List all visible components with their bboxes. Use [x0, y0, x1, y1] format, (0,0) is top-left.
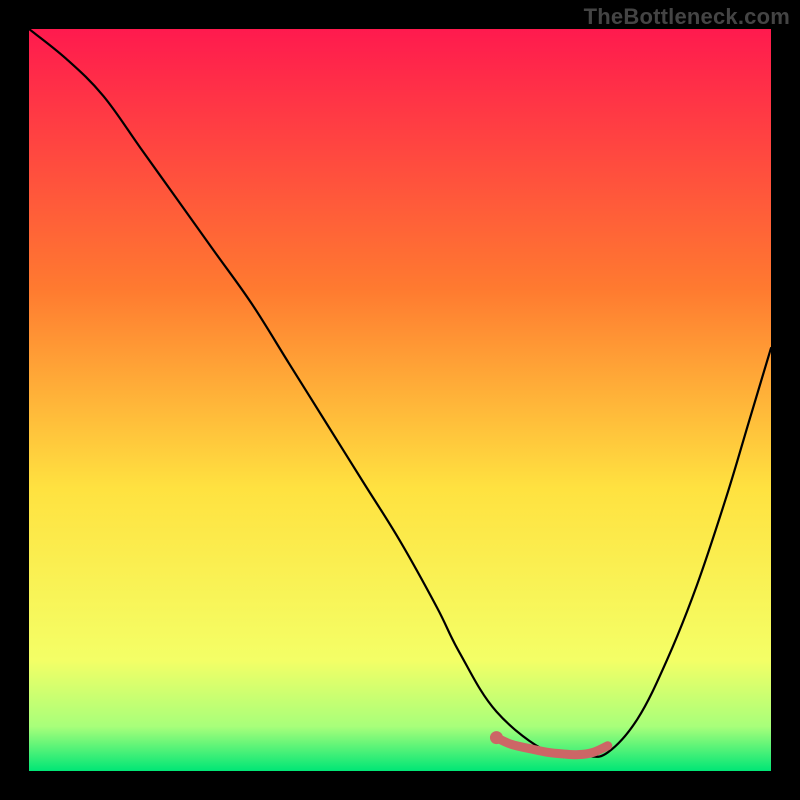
- highlight-marker: [490, 731, 503, 744]
- plot-background: [29, 29, 771, 771]
- watermark-text: TheBottleneck.com: [584, 4, 790, 30]
- bottleneck-chart: [29, 29, 771, 771]
- chart-container: TheBottleneck.com: [0, 0, 800, 800]
